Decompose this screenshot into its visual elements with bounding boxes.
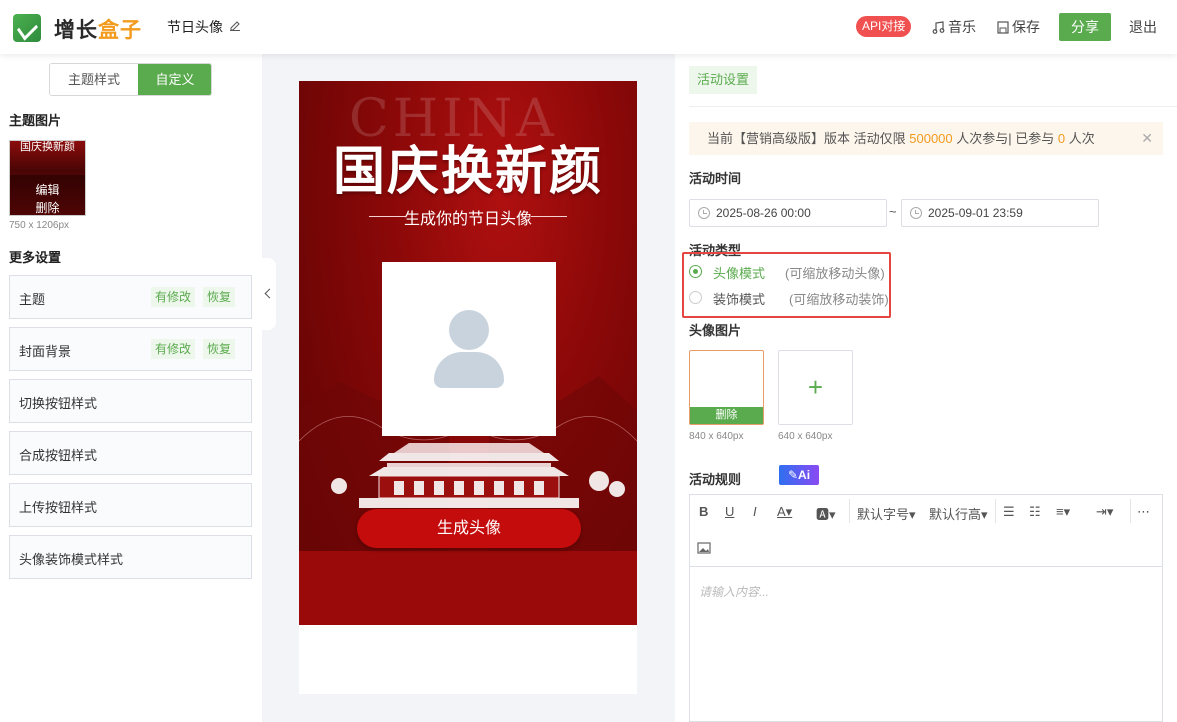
top-header: 增长盒子 节日头像 API对接 音乐 保存 分享 退出 [0, 0, 1177, 54]
save-button[interactable]: 保存 [997, 17, 1040, 37]
avatar-size-1: 840 x 640px [689, 431, 744, 442]
collapse-panel-button[interactable] [262, 258, 276, 330]
thumbnail-edit-button[interactable]: 编辑 [10, 181, 85, 198]
font-size-dropdown[interactable]: 默认字号▾ [857, 504, 916, 523]
plus-icon: + [807, 372, 824, 402]
modified-tag: 有修改 [151, 339, 196, 359]
underline-button[interactable]: U [725, 504, 734, 519]
thumbnail-title: 国庆换新颜 [20, 140, 75, 153]
decoration-mode-label[interactable]: 装饰模式 [713, 289, 765, 308]
style-tab-switch: 主题样式 自定义 [49, 63, 212, 96]
theme-image-thumbnail: 国庆换新颜 编辑 删除 [9, 140, 86, 216]
page-title: 节日头像 [167, 19, 223, 35]
image-insert-icon[interactable] [697, 542, 711, 554]
poster-subtitle: 生成你的节日头像 [403, 209, 532, 228]
subtitle-line-right [531, 216, 567, 217]
edit-icon[interactable] [229, 19, 241, 31]
toolbar-separator [1130, 499, 1131, 523]
avatar-placeholder-body [434, 352, 504, 388]
italic-button[interactable]: I [753, 504, 757, 519]
indent-icon[interactable]: ⇥▾ [1096, 504, 1113, 520]
close-icon[interactable]: ✕ [1141, 122, 1153, 155]
clock-icon [910, 207, 922, 219]
theme-image-title: 主题图片 [9, 113, 62, 128]
bullet-list-icon[interactable]: ☰ [1003, 504, 1015, 520]
divider [689, 106, 1177, 107]
more-settings-title: 更多设置 [9, 250, 62, 265]
avatar-delete-button[interactable]: 删除 [690, 407, 763, 424]
tab-theme-style[interactable]: 主题样式 [50, 64, 138, 95]
avatar-placeholder-head [449, 310, 489, 350]
poster: CHINA 国庆换新颜 生成你的节日头像 生成头像 [299, 81, 637, 625]
setting-switch-button-style[interactable]: 切换按钮样式 [9, 379, 252, 423]
avatar-image-slot[interactable]: 删除 [689, 350, 764, 425]
activity-time-label: 活动时间 [689, 171, 742, 186]
tab-activity-settings[interactable]: 活动设置 [689, 66, 758, 94]
radio-decoration-mode[interactable] [689, 291, 702, 304]
music-icon [932, 21, 945, 34]
editor-placeholder: 请输入内容... [699, 585, 770, 599]
rules-rich-text-editor[interactable]: B U I A▾ 🅰▾ 默认字号▾ 默认行高▾ ☰ ☷ ≡▾ ⇥▾ ⋯ 请输入内… [689, 494, 1163, 722]
editor-toolbar: B U I A▾ 🅰▾ 默认字号▾ 默认行高▾ ☰ ☷ ≡▾ ⇥▾ ⋯ [690, 495, 1162, 567]
setting-compose-button-style[interactable]: 合成按钮样式 [9, 431, 252, 475]
more-icon[interactable]: ⋯ [1137, 504, 1150, 520]
avatar-mode-hint: (可缩放移动头像) [785, 266, 885, 281]
music-button[interactable]: 音乐 [932, 17, 976, 37]
setting-theme[interactable]: 主题 有修改 恢复 [9, 275, 252, 319]
avatar-size-2: 640 x 640px [778, 431, 833, 442]
end-date-input[interactable]: 2025-09-01 23:59 [901, 199, 1099, 227]
decoration-mode-hint: (可缩放移动装饰) [789, 292, 889, 307]
numbered-list-icon[interactable]: ☷ [1029, 504, 1041, 520]
avatar-image-label: 头像图片 [689, 323, 742, 338]
thumbnail-size: 750 x 1206px [9, 220, 70, 231]
avatar-upload-area[interactable] [382, 262, 556, 436]
font-color-icon[interactable]: A▾ [777, 504, 792, 520]
avatar-mode-label[interactable]: 头像模式 [713, 263, 765, 282]
activity-rules-label: 活动规则 [689, 472, 742, 487]
phone-preview: CHINA 国庆换新颜 生成你的节日头像 生成头像 [299, 81, 637, 694]
api-badge[interactable]: API对接 [856, 16, 912, 37]
tab-custom[interactable]: 自定义 [138, 64, 211, 95]
share-button[interactable]: 分享 [1059, 13, 1111, 41]
add-avatar-image-button[interactable]: + [778, 350, 853, 425]
activity-settings-panel: 活动设置 当前【营销高级版】版本 活动仅限 500000 人次参与| 已参与 0… [675, 54, 1177, 722]
radio-avatar-mode[interactable] [689, 265, 702, 278]
ai-assist-button[interactable]: ✎Ai [779, 465, 819, 485]
align-icon[interactable]: ≡▾ [1056, 504, 1070, 520]
highlight-box [682, 252, 891, 318]
setting-cover-background[interactable]: 封面背景 有修改 恢复 [9, 327, 252, 371]
logout-button[interactable]: 退出 [1129, 17, 1157, 37]
poster-title: 国庆换新颜 [332, 141, 603, 202]
toolbar-separator [995, 499, 996, 523]
background-color-icon[interactable]: 🅰▾ [816, 504, 836, 523]
bold-button[interactable]: B [699, 504, 708, 519]
setting-decoration-mode-style[interactable]: 头像装饰模式样式 [9, 535, 252, 579]
version-notice: 当前【营销高级版】版本 活动仅限 500000 人次参与| 已参与 0 人次 ✕ [689, 122, 1163, 155]
left-settings-panel: 主题样式 自定义 主题图片 国庆换新颜 编辑 删除 750 x 1206px 更… [0, 54, 262, 722]
clock-icon [698, 207, 710, 219]
restore-button[interactable]: 恢复 [203, 287, 236, 307]
setting-upload-button-style[interactable]: 上传按钮样式 [9, 483, 252, 527]
brand-name: 增长盒子 [54, 19, 142, 42]
generate-avatar-button[interactable]: 生成头像 [357, 509, 581, 548]
thumbnail-delete-button[interactable]: 删除 [10, 199, 85, 215]
toolbar-separator [849, 499, 850, 523]
date-separator: ~ [889, 204, 897, 219]
start-date-input[interactable]: 2025-08-26 00:00 [689, 199, 887, 227]
line-height-dropdown[interactable]: 默认行高▾ [929, 504, 988, 523]
restore-button[interactable]: 恢复 [203, 339, 236, 359]
modified-tag: 有修改 [151, 287, 196, 307]
save-icon [997, 21, 1009, 34]
logo-icon [13, 14, 41, 42]
